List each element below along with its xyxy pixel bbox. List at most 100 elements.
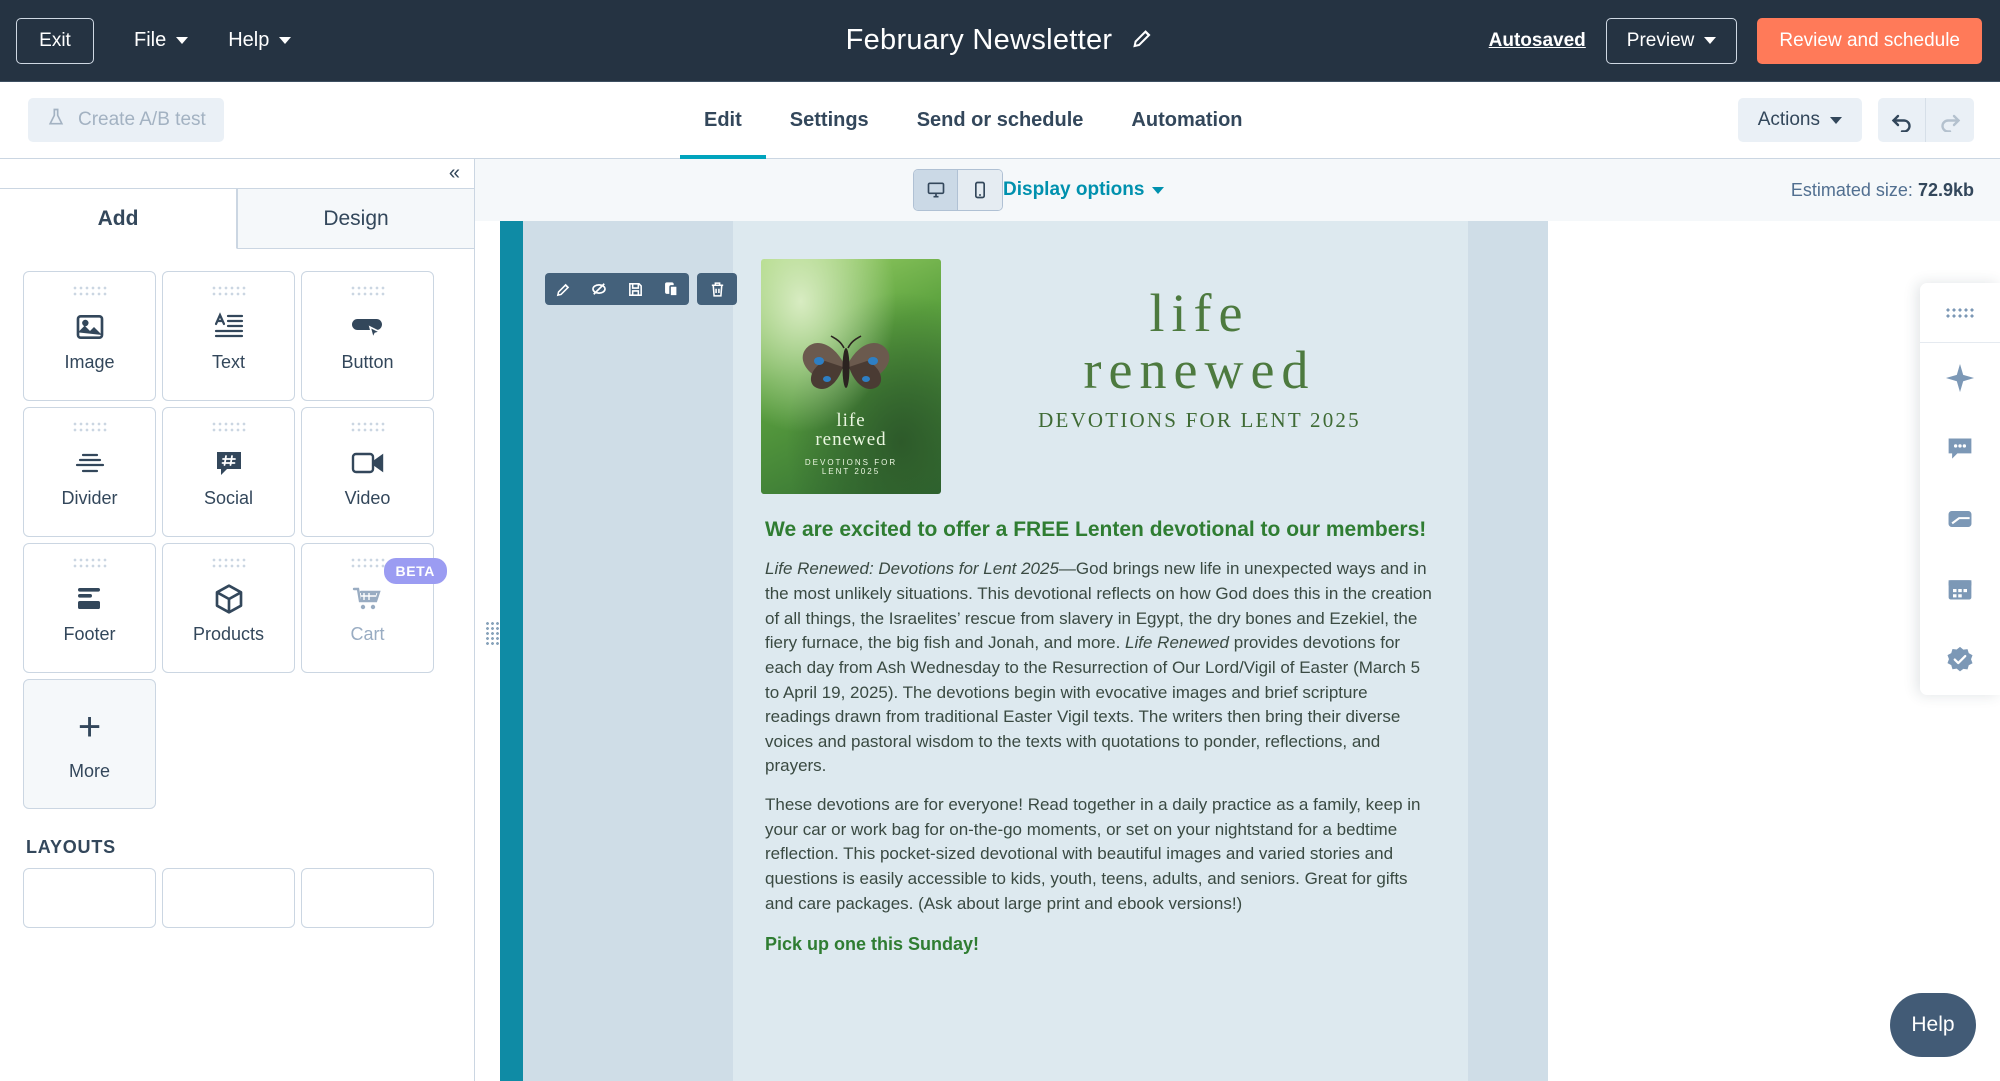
undo-redo-group: [1878, 98, 1974, 142]
email-paragraph-1[interactable]: Life Renewed: Devotions for Lent 2025—Go…: [765, 557, 1436, 779]
module-label: Divider: [61, 488, 118, 508]
email-canvas-area: Display options Estimated size: 72.9kb l…: [475, 159, 2000, 1081]
top-header-bar: Exit File Help February Newsletter Autos…: [0, 0, 2000, 82]
tab-send-or-schedule[interactable]: Send or schedule: [893, 82, 1108, 159]
sidebar-collapse-bar: «: [0, 159, 474, 189]
actions-button[interactable]: Actions: [1737, 98, 1862, 142]
drag-grip-icon: [349, 421, 386, 432]
undo-arrow-icon[interactable]: [1878, 98, 1926, 142]
module-card-cart[interactable]: BETA Cart: [301, 543, 447, 673]
mobile-icon[interactable]: [958, 170, 1002, 210]
card-icon[interactable]: [1920, 484, 2000, 554]
editor-tabs: Edit Settings Send or schedule Automatio…: [680, 82, 1267, 159]
module-card-footer[interactable]: Footer: [23, 543, 156, 673]
file-menu-label: File: [134, 29, 167, 51]
sidebar-tabs: Add Design: [0, 189, 474, 249]
layout-card[interactable]: [23, 868, 156, 928]
display-options-button[interactable]: Display options: [1003, 179, 1165, 201]
module-label: Footer: [63, 624, 116, 644]
help-menu-label: Help: [228, 29, 270, 51]
module-label: More: [68, 760, 110, 781]
divider-icon: [74, 442, 106, 484]
exit-button[interactable]: Exit: [16, 17, 94, 64]
image-icon: [74, 306, 106, 348]
module-label: Video: [344, 488, 391, 508]
module-card-products[interactable]: Products: [162, 543, 295, 673]
module-card-social[interactable]: Social: [162, 407, 295, 537]
preview-button[interactable]: Preview: [1605, 17, 1738, 64]
email-content-column: life renewed DEVOTIONS FOR LENT 2025 lif…: [733, 221, 1468, 1081]
module-card-divider[interactable]: Divider: [23, 407, 156, 537]
email-accent-strip: [500, 221, 523, 1081]
module-card-image[interactable]: Image: [23, 271, 156, 401]
book-cover-image: life renewed DEVOTIONS FOR LENT 2025: [761, 259, 941, 494]
chevron-down-icon: [279, 37, 292, 44]
hero-line1: life: [1149, 283, 1250, 343]
tab-edit[interactable]: Edit: [680, 82, 766, 159]
calendar-icon[interactable]: [1920, 554, 2000, 624]
module-label: Cart: [350, 624, 385, 644]
exit-button-label: Exit: [39, 29, 71, 51]
drag-grip-icon: [210, 421, 247, 432]
sparkle-icon[interactable]: [1920, 343, 2000, 413]
drag-grip-icon: [71, 557, 108, 568]
module-card-more[interactable]: + More: [23, 679, 156, 809]
tab-automation[interactable]: Automation: [1107, 82, 1266, 159]
drag-grip-icon: [71, 285, 108, 296]
pencil-icon[interactable]: [1130, 26, 1154, 56]
tab-settings[interactable]: Settings: [766, 82, 893, 159]
book-cover-line3: DEVOTIONS FOR: [804, 458, 898, 467]
sidebar-tab-add[interactable]: Add: [0, 189, 237, 249]
layout-card[interactable]: [301, 868, 434, 928]
duplicate-icon[interactable]: [653, 273, 689, 305]
autosaved-link[interactable]: Autosaved: [1489, 30, 1586, 52]
page-title: February Newsletter: [845, 24, 1113, 56]
drag-grip-icon: [349, 285, 386, 296]
email-paragraph-1-rest2: provides devotions for each day from Ash…: [765, 633, 1421, 776]
estimated-size-value: 72.9kb: [1917, 179, 1974, 200]
estimated-size-label: Estimated size:: [1790, 179, 1913, 200]
drag-grip-icon[interactable]: [1945, 307, 1975, 320]
module-toolbar-group: [545, 273, 689, 305]
book-cover-line2: renewed: [815, 429, 887, 450]
drag-grip-icon: [210, 285, 247, 296]
pencil-icon[interactable]: [545, 273, 581, 305]
module-hover-toolbar: [545, 273, 737, 305]
flask-icon: [46, 107, 66, 133]
email-cta-text[interactable]: Pick up one this Sunday!: [765, 934, 1436, 955]
layouts-grid: [0, 868, 474, 928]
email-hero-text: life renewed DEVOTIONS FOR LENT 2025: [941, 259, 1440, 494]
box-icon: [213, 578, 245, 620]
eye-slash-icon[interactable]: [581, 273, 617, 305]
module-card-button[interactable]: Button: [301, 271, 434, 401]
module-label: Image: [64, 352, 115, 372]
email-body-text: We are excited to offer a FREE Lenten de…: [733, 494, 1468, 955]
comment-icon[interactable]: [1920, 413, 2000, 483]
save-icon[interactable]: [617, 273, 653, 305]
sidebar-tab-design[interactable]: Design: [237, 189, 474, 249]
email-headline[interactable]: We are excited to offer a FREE Lenten de…: [765, 516, 1436, 543]
redo-arrow-icon[interactable]: [1926, 98, 1974, 142]
drag-grip-icon: [71, 421, 108, 432]
desktop-icon[interactable]: [914, 170, 958, 210]
beta-badge: BETA: [383, 558, 447, 584]
file-menu[interactable]: File: [134, 29, 189, 52]
left-sidebar-panel: « Add Design Image Text Button Divider S…: [0, 159, 475, 1081]
help-menu[interactable]: Help: [228, 29, 292, 52]
canvas-toolbar: Display options Estimated size: 72.9kb: [475, 159, 2000, 221]
badge-check-icon[interactable]: [1920, 625, 2000, 695]
double-chevron-left-icon[interactable]: «: [449, 162, 460, 185]
right-tool-rail: [1920, 283, 2000, 695]
help-button[interactable]: Help: [1890, 993, 1976, 1057]
module-card-text[interactable]: Text: [162, 271, 295, 401]
module-card-video[interactable]: Video: [301, 407, 434, 537]
layout-card[interactable]: [162, 868, 295, 928]
email-paragraph-1-italic2: Life Renewed: [1125, 633, 1230, 653]
butterfly-illustration: [802, 335, 890, 389]
trash-icon[interactable]: [697, 273, 737, 305]
create-ab-test-button[interactable]: Create A/B test: [28, 98, 224, 142]
module-drag-handle[interactable]: [485, 621, 499, 647]
review-and-schedule-button[interactable]: Review and schedule: [1757, 17, 1982, 64]
chevron-down-icon: [1830, 116, 1842, 124]
email-paragraph-2[interactable]: These devotions are for everyone! Read t…: [765, 793, 1436, 916]
